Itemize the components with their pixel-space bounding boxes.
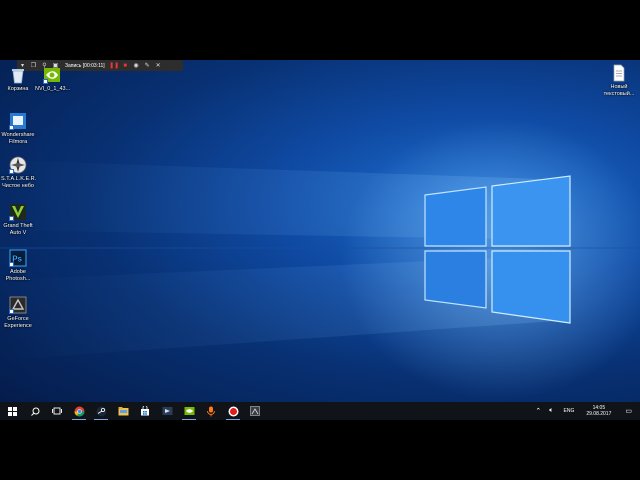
search-button[interactable]	[24, 402, 46, 420]
filmora-icon	[9, 112, 27, 130]
pen-icon[interactable]: ✎	[143, 61, 152, 70]
desktop-icon-recycle-bin[interactable]: Корзина	[1, 66, 35, 93]
desktop-icon-label: Новый текстовый...	[603, 84, 635, 97]
taskbar-app[interactable]	[244, 402, 266, 420]
wallpaper	[0, 60, 640, 420]
clock-date: 29.08.2017	[586, 411, 612, 417]
desktop-screen: ▾ ❐ ⚲ ▣ Запись [00:03:11] ❚❚ ■ ◉ ✎ ✕ Кор…	[0, 60, 640, 420]
desktop-icon-label: S.T.A.L.K.E.R. Чистое небо	[1, 176, 37, 189]
windows-logo-light	[0, 120, 640, 400]
taskbar-chrome[interactable]	[68, 402, 90, 420]
volume-icon[interactable]: 🔈︎	[549, 407, 553, 415]
desktop-icon-label: Adobe Photosh...	[5, 269, 31, 282]
steam-icon	[96, 406, 106, 416]
gta-icon	[9, 203, 27, 221]
shortcut-arrow-icon	[9, 169, 14, 174]
language-indicator[interactable]: ENG	[564, 408, 575, 414]
task-view-icon	[52, 407, 62, 415]
start-icon	[7, 406, 17, 416]
clock[interactable]: 14:05 29.08.2017	[586, 405, 611, 417]
desktop-icon-label: NVI_0_1_43...	[35, 86, 71, 92]
recycle-bin-icon	[9, 66, 27, 84]
shortcut-arrow-icon	[9, 216, 14, 221]
camera-icon[interactable]: ◉	[132, 61, 141, 70]
task-view-button[interactable]	[46, 402, 68, 420]
desktop-icon-filmora[interactable]: Wondershare Filmora	[1, 112, 35, 146]
taskbar-obs[interactable]	[156, 402, 178, 420]
photoshop-icon: Ps	[9, 249, 27, 267]
desktop-icon-label: Grand Theft Auto V	[3, 223, 33, 236]
search-icon	[30, 407, 39, 416]
pause-icon[interactable]: ❚❚	[109, 61, 119, 70]
desktop-icon-photoshop[interactable]: Ps Adobe Photosh...	[1, 249, 35, 283]
text-file-icon	[610, 64, 628, 82]
desktop-icon-label: Wondershare Filmora	[1, 132, 35, 145]
taskbar-recorder[interactable]	[222, 402, 244, 420]
nvidia-icon	[184, 407, 194, 415]
record-icon	[228, 406, 238, 416]
desktop-icon-label: Корзина	[7, 86, 29, 92]
stop-icon[interactable]: ■	[121, 61, 130, 70]
desktop-icon-gta[interactable]: Grand Theft Auto V	[1, 203, 35, 237]
desktop-icon-label: GeForce Experience	[4, 316, 32, 329]
taskbar-bandicam[interactable]	[200, 402, 222, 420]
nvidia-icon	[43, 66, 61, 84]
chevron-up-icon[interactable]: ⌃	[535, 407, 541, 415]
obs-icon	[162, 407, 172, 415]
shortcut-arrow-icon	[9, 309, 14, 314]
desktop-icon-nvi[interactable]: NVI_0_1_43...	[35, 66, 71, 93]
taskbar: ⌃ 🔈︎ ENG 14:05 29.08.2017 ▭	[0, 402, 640, 420]
taskbar-nvidia[interactable]	[178, 402, 200, 420]
store-icon	[141, 406, 149, 416]
desktop-icon-geforce[interactable]: GeForce Experience	[1, 296, 35, 330]
explorer-icon	[118, 407, 128, 416]
app-icon	[250, 406, 260, 416]
taskbar-steam[interactable]	[90, 402, 112, 420]
start-button[interactable]	[0, 402, 24, 420]
desktop-icon-text-file[interactable]: Новый текстовый...	[600, 64, 638, 98]
shortcut-arrow-icon	[9, 262, 14, 267]
taskbar-store[interactable]	[134, 402, 156, 420]
chrome-icon	[74, 406, 84, 416]
stalker-icon	[9, 156, 27, 174]
taskbar-explorer[interactable]	[112, 402, 134, 420]
bandicam-icon	[207, 406, 215, 416]
shortcut-arrow-icon	[9, 125, 14, 130]
geforce-icon	[9, 296, 27, 314]
notification-icon[interactable]: ▭	[625, 407, 632, 415]
close-icon[interactable]: ✕	[154, 61, 163, 70]
shortcut-arrow-icon	[43, 79, 48, 84]
system-tray: ⌃ 🔈︎ ENG 14:05 29.08.2017 ▭	[531, 402, 640, 420]
desktop-icon-stalker[interactable]: S.T.A.L.K.E.R. Чистое небо	[1, 156, 37, 190]
